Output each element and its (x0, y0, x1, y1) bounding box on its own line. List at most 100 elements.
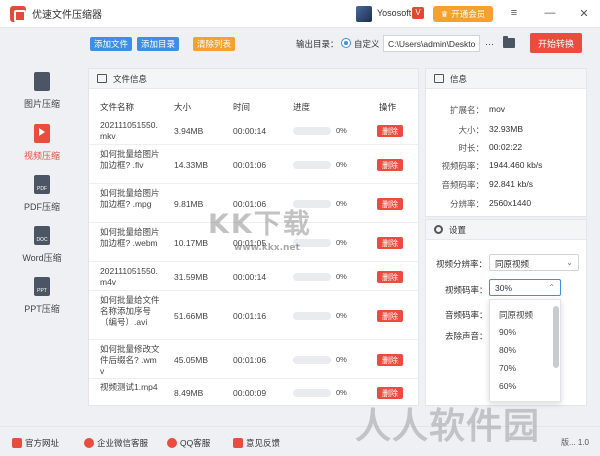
resolution-select[interactable]: 同原视频 ⌄ (489, 254, 579, 271)
progress-bar (293, 273, 331, 281)
app-title: 优速文件压缩器 (32, 10, 102, 21)
sidebar-item-label: 图片压缩 (23, 99, 60, 109)
watermark-url: www.kkx.net (234, 243, 300, 253)
qq-service-link[interactable]: QQ客服 (167, 437, 210, 449)
close-icon[interactable]: ✕ (577, 6, 591, 20)
column-header-time: 时间 (233, 102, 251, 112)
folder-icon[interactable] (503, 36, 515, 48)
info-value: 32.93MB (489, 124, 524, 134)
menu-icon[interactable]: ≡ (507, 6, 521, 20)
delete-button[interactable]: 删除 (377, 198, 403, 210)
sidebar-item-label: PPT压缩 (24, 304, 60, 314)
info-key: 时长： (458, 143, 484, 153)
table-row[interactable]: 如何批量给图片加边框? .flv 14.33MB 00:01:06 0% 删除 (89, 146, 420, 184)
sidebar-item-label: 视频压缩 (23, 151, 60, 161)
crown-icon: ♛ (440, 8, 449, 19)
info-key: 扩展名： (449, 105, 484, 115)
sidebar-item-image[interactable]: 图片压缩 (10, 72, 74, 120)
play-icon (39, 128, 45, 136)
file-size: 31.59MB (174, 272, 209, 282)
delete-button[interactable]: 删除 (377, 310, 403, 322)
table-row[interactable]: 如何批量给文件名称添加序号（编号）.avi 51.66MB 00:01:16 0… (89, 292, 420, 340)
bitrate-label: 视频码率： (445, 285, 488, 295)
sidebar-item-word[interactable]: DOC Word压缩 (10, 226, 74, 274)
info-value: mov (489, 104, 506, 114)
wechat-service-link[interactable]: 企业微信客服 (84, 437, 148, 449)
feedback-label: 意见反馈 (246, 438, 281, 448)
image-icon (434, 74, 444, 83)
pdf-file-icon: PDF (34, 175, 50, 194)
audio-bitrate-label: 音频码率： (445, 310, 488, 320)
table-row[interactable]: 202111051550.mkv 3.94MB 00:00:14 0% 删除 (89, 117, 420, 145)
open-member-label: 开通会员 (451, 9, 486, 19)
watermark-kk: KK下载 (208, 209, 312, 240)
table-row[interactable]: 如何批量修改文件后缀名? .wmv 45.05MB 00:01:06 0% 删除 (89, 341, 420, 379)
settings-panel-title: 设置 (449, 224, 467, 235)
dropdown-option[interactable]: 60% (499, 381, 516, 391)
clear-list-button[interactable]: 清除列表 (193, 37, 235, 51)
info-value: 1944.460 kb/s (489, 160, 543, 170)
file-name: 如何批量给图片加边框? .webm (100, 227, 160, 248)
progress-bar (293, 161, 331, 169)
custom-dir-radio[interactable] (341, 38, 351, 48)
delete-button[interactable]: 删除 (377, 271, 403, 283)
bitrate-select[interactable]: 30% ⌃ (489, 279, 561, 296)
info-value: 00:02:22 (489, 142, 523, 152)
image-icon (97, 74, 107, 83)
delete-button[interactable]: 删除 (377, 125, 403, 137)
dropdown-option[interactable]: 70% (499, 363, 516, 373)
dropdown-option[interactable]: 80% (499, 345, 516, 355)
browse-more-button[interactable]: ··· (485, 39, 494, 49)
title-bar: 优速文件压缩器 Yososoft V ♛ 开通会员 ≡ — ✕ (0, 0, 600, 28)
info-key: 分辨率： (449, 199, 484, 209)
progress-value: 0% (336, 388, 347, 397)
file-name: 202111051550.m4v (100, 266, 158, 287)
info-panel-header: 信息 (426, 69, 586, 89)
sidebar-item-label: PDF压缩 (23, 202, 60, 212)
sidebar-item-video[interactable]: 视频压缩 (10, 124, 74, 172)
video-file-icon (34, 124, 50, 143)
custom-dir-label: 自定义 (354, 39, 380, 49)
file-size: 9.81MB (174, 199, 204, 209)
sidebar-item-pdf[interactable]: PDF PDF压缩 (10, 175, 74, 223)
settings-panel-header: 设置 (426, 220, 586, 240)
progress-value: 0% (336, 126, 347, 135)
official-site-link[interactable]: 官方网址 (12, 437, 59, 449)
home-icon (12, 438, 22, 448)
delete-button[interactable]: 删除 (377, 159, 403, 171)
official-site-label: 官方网址 (25, 438, 60, 448)
feedback-link[interactable]: 意见反馈 (233, 437, 280, 449)
user-avatar[interactable] (356, 6, 372, 22)
dropdown-option[interactable]: 90% (499, 327, 516, 337)
add-file-button[interactable]: 添加文件 (90, 37, 132, 51)
open-member-button[interactable]: ♛ 开通会员 (433, 6, 493, 22)
info-panel: 信息 扩展名： mov 大小： 32.93MB 时长： 00:02:22 视频码… (425, 68, 587, 217)
progress-value: 0% (336, 272, 347, 281)
file-name: 如何批量修改文件后缀名? .wmv (100, 344, 160, 376)
progress-bar (293, 356, 331, 364)
add-folder-button[interactable]: 添加目录 (137, 37, 179, 51)
delete-button[interactable]: 删除 (377, 237, 403, 249)
sidebar: 图片压缩 视频压缩 PDF PDF压缩 DOC Word压缩 PPT PPT压缩 (0, 60, 84, 426)
mute-label: 去除声音： (445, 331, 488, 341)
file-size: 3.94MB (174, 126, 204, 136)
vip-badge-icon: V (412, 7, 424, 19)
minimize-icon[interactable]: — (543, 6, 557, 20)
dropdown-scrollbar[interactable] (553, 306, 559, 368)
user-name[interactable]: Yososoft (377, 8, 411, 18)
file-duration: 00:00:14 (233, 126, 267, 136)
progress-value: 0% (336, 238, 347, 247)
file-panel-title: 文件信息 (113, 73, 148, 84)
dropdown-option[interactable]: 同原视频 (499, 309, 533, 321)
table-row[interactable]: 202111051550.m4v 31.59MB 00:00:14 0% 删除 (89, 263, 420, 291)
start-convert-button[interactable]: 开始转换 (530, 33, 582, 53)
info-value: 2560x1440 (489, 198, 532, 208)
delete-button[interactable]: 删除 (377, 354, 403, 366)
chevron-down-icon: ⌄ (566, 258, 573, 267)
progress-value: 0% (336, 311, 347, 320)
file-duration: 00:01:06 (233, 355, 267, 365)
file-size: 45.05MB (174, 355, 209, 365)
output-path-input[interactable]: C:\Users\admin\Deskto (383, 35, 480, 52)
sidebar-item-ppt[interactable]: PPT PPT压缩 (10, 277, 74, 325)
info-key: 音频码率： (441, 180, 484, 190)
